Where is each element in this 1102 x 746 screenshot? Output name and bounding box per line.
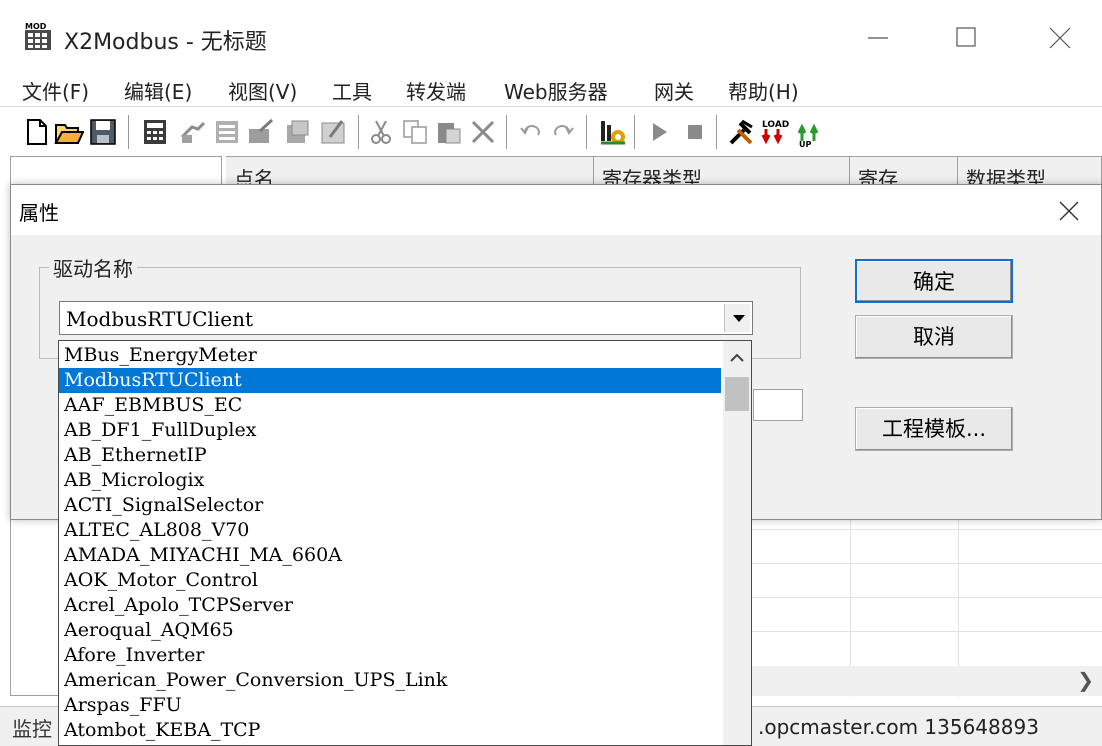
obscured-text-field[interactable] [753, 389, 803, 421]
upload-icon[interactable]: UP [796, 117, 826, 147]
driver-dropdown-list[interactable]: MBus_EnergyMeter ModbusRTUClient AAF_EBM… [58, 340, 752, 746]
toolbar-separator [716, 115, 718, 149]
dropdown-item[interactable]: AB_EthernetIP [59, 443, 721, 468]
window-title: X2Modbus - 无标题 [64, 30, 267, 55]
column-header-register-type[interactable]: 寄存器类型 [594, 157, 850, 187]
dropdown-item[interactable]: Aeroqual_AQM65 [59, 618, 721, 643]
status-monitor-label: 监控 [12, 717, 52, 741]
load-icon[interactable]: LOAD [760, 117, 790, 147]
menu-file[interactable]: 文件(F) [22, 76, 89, 105]
project-template-button[interactable]: 工程模板... [855, 407, 1013, 451]
tools-icon[interactable] [726, 117, 756, 147]
column-header-point-name[interactable]: 点名 [226, 157, 594, 187]
undo-icon[interactable] [516, 117, 546, 147]
dropdown-item[interactable]: AB_Micrologix [59, 468, 721, 493]
ok-button[interactable]: 确定 [855, 259, 1013, 303]
toolbar-separator [358, 115, 360, 149]
calculator-icon[interactable] [140, 117, 170, 147]
menu-webserver[interactable]: Web服务器 [504, 76, 608, 105]
dropdown-item[interactable]: Acrel_Apolo_TCPServer [59, 593, 721, 618]
add-group-icon[interactable] [212, 117, 242, 147]
driver-select[interactable]: ModbusRTUClient [59, 301, 753, 335]
scrollbar-thumb[interactable] [725, 377, 749, 411]
menu-bar: 文件(F) 编辑(E) 视图(V) 工具 转发端 Web服务器 网关 帮助(H) [0, 72, 1102, 106]
chevron-down-icon[interactable] [724, 304, 750, 332]
save-icon[interactable] [88, 117, 118, 147]
dropdown-item[interactable]: ACTI_SignalSelector [59, 493, 721, 518]
dropdown-item[interactable]: Afore_Inverter [59, 643, 721, 668]
dropdown-scrollbar[interactable] [723, 341, 751, 745]
toolbar-separator [128, 115, 130, 149]
cut-icon[interactable] [366, 117, 396, 147]
toolbar: LOAD UP [0, 106, 1102, 156]
title-bar: MOD X2Modbus - 无标题 [0, 0, 1102, 72]
stop-icon[interactable] [680, 117, 710, 147]
menu-gateway[interactable]: 网关 [654, 76, 694, 105]
svg-text:MOD: MOD [25, 22, 47, 31]
close-icon[interactable] [1053, 195, 1085, 227]
dropdown-item[interactable]: American_Power_Conversion_UPS_Link [59, 668, 721, 693]
driver-select-value: ModbusRTUClient [66, 307, 254, 331]
delete-icon[interactable] [468, 117, 498, 147]
maximize-icon[interactable] [946, 20, 986, 56]
dropdown-item[interactable]: ModbusRTUClient [59, 368, 721, 393]
dropdown-item[interactable]: AOK_Motor_Control [59, 568, 721, 593]
add-tag-icon[interactable] [246, 117, 276, 147]
menu-view[interactable]: 视图(V) [228, 76, 297, 105]
column-header-register[interactable]: 寄存 [850, 157, 958, 187]
properties-icon[interactable] [318, 117, 348, 147]
minimize-icon[interactable] [858, 20, 898, 56]
menu-edit[interactable]: 编辑(E) [124, 76, 192, 105]
start-icon[interactable] [644, 117, 674, 147]
dropdown-item[interactable]: AMADA_MIYACHI_MA_660A [59, 543, 721, 568]
cancel-button[interactable]: 取消 [855, 315, 1013, 359]
menu-tools[interactable]: 工具 [332, 76, 372, 105]
dropdown-item[interactable]: Atombot_KEBA_TCP [59, 718, 721, 743]
run-config-icon[interactable] [598, 117, 628, 147]
status-website: .opcmaster.com 135648893 [758, 715, 1039, 739]
dropdown-item[interactable]: Arspas_FFU [59, 693, 721, 718]
dropdown-item[interactable]: AAF_EBMBUS_EC [59, 393, 721, 418]
svg-text:LOAD: LOAD [762, 120, 789, 130]
grid-header: 点名 寄存器类型 寄存 数据类型 [226, 157, 1102, 187]
dropdown-item[interactable]: AB_DF1_FullDuplex [59, 418, 721, 443]
close-icon[interactable] [1040, 20, 1080, 56]
dialog-title: 属性 [19, 201, 59, 225]
menu-help[interactable]: 帮助(H) [728, 76, 799, 105]
dialog-title-bar: 属性 [11, 185, 1101, 235]
paste-icon[interactable] [434, 117, 464, 147]
toolbar-separator [586, 115, 588, 149]
open-icon[interactable] [54, 117, 84, 147]
toolbar-separator [506, 115, 508, 149]
menu-forwarder[interactable]: 转发端 [406, 76, 466, 105]
scroll-right-icon[interactable]: ❯ [1077, 668, 1094, 692]
copy-icon[interactable] [400, 117, 430, 147]
dropdown-item[interactable]: MBus_EnergyMeter [59, 343, 721, 368]
app-icon: MOD [25, 22, 51, 50]
redo-icon[interactable] [548, 117, 578, 147]
column-header-data-type[interactable]: 数据类型 [958, 157, 1102, 187]
add-device-icon[interactable] [178, 117, 208, 147]
svg-text:UP: UP [799, 140, 811, 147]
dropdown-item[interactable]: ALTEC_AL808_V70 [59, 518, 721, 543]
import-icon[interactable] [282, 117, 312, 147]
driver-name-label: 驱动名称 [49, 253, 137, 282]
chevron-up-icon[interactable] [723, 345, 751, 371]
new-icon[interactable] [22, 117, 52, 147]
toolbar-separator [634, 115, 636, 149]
